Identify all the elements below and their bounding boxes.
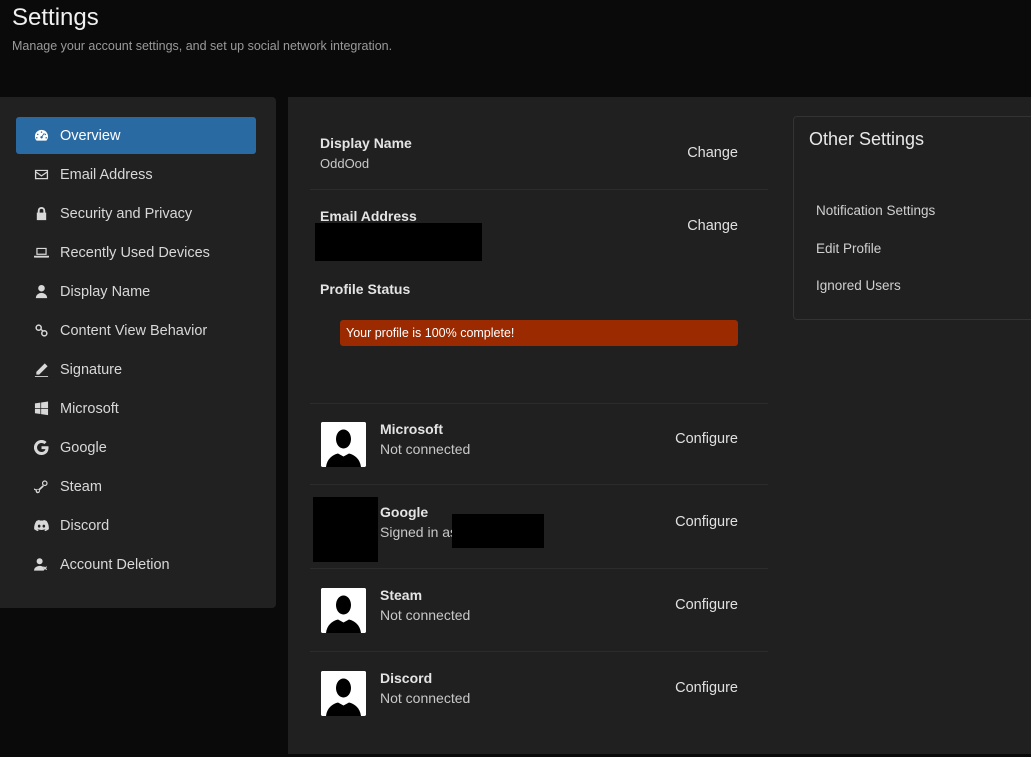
configure-google-button[interactable]: Configure — [675, 514, 738, 530]
page-title: Settings — [12, 4, 99, 31]
redacted-google-account — [452, 514, 544, 548]
windows-icon — [33, 400, 50, 417]
sidebar-item-label: Account Deletion — [60, 556, 170, 573]
profile-status-label: Profile Status — [320, 281, 411, 297]
sidebar-item-display-name[interactable]: Display Name — [16, 273, 256, 310]
row-divider — [310, 189, 768, 190]
discord-connection-status: Not connected — [380, 690, 471, 706]
default-avatar-icon — [321, 588, 366, 633]
pencil-icon — [33, 361, 50, 378]
sidebar-item-google[interactable]: Google — [16, 429, 256, 466]
default-avatar-icon — [321, 422, 366, 467]
sidebar-item-label: Overview — [60, 127, 121, 144]
sidebar-item-label: Content View Behavior — [60, 322, 208, 339]
sidebar-item-security-and-privacy[interactable]: Security and Privacy — [16, 195, 256, 232]
sidebar-item-microsoft[interactable]: Microsoft — [16, 390, 256, 427]
sidebar-item-steam[interactable]: Steam — [16, 468, 256, 505]
steam-connection-name: Steam — [380, 587, 423, 603]
sidebar-item-discord[interactable]: Discord — [16, 507, 256, 544]
profile-progress-fill: Your profile is 100% complete! — [340, 320, 738, 346]
sidebar-item-label: Discord — [60, 517, 110, 534]
sidebar-item-label: Steam — [60, 478, 102, 495]
discord-connection-name: Discord — [380, 670, 433, 686]
sidebar-item-label: Google — [60, 439, 107, 456]
page-header: Settings Manage your account settings, a… — [0, 0, 1031, 97]
configure-microsoft-button[interactable]: Configure — [675, 431, 738, 447]
steam-avatar — [321, 588, 366, 633]
row-divider — [310, 651, 768, 652]
edit-profile-link[interactable]: Edit Profile — [816, 241, 881, 256]
steam-connection-status: Not connected — [380, 607, 471, 623]
notification-settings-link[interactable]: Notification Settings — [816, 203, 935, 218]
default-avatar-icon — [321, 671, 366, 716]
redacted-email — [315, 223, 482, 261]
google-connection-name: Google — [380, 504, 429, 520]
sidebar-item-label: Signature — [60, 361, 123, 378]
sidebar-item-email-address[interactable]: Email Address — [16, 156, 256, 193]
microsoft-connection-status: Not connected — [380, 441, 471, 457]
display-name-label: Display Name — [320, 135, 412, 151]
discord-avatar — [321, 671, 366, 716]
email-address-label: Email Address — [320, 208, 417, 224]
user-icon — [33, 283, 50, 300]
sidebar-item-label: Email Address — [60, 166, 153, 183]
page-subtitle: Manage your account settings, and set up… — [12, 39, 393, 53]
sidebar-item-label: Microsoft — [60, 400, 119, 417]
change-email-button[interactable]: Change — [687, 218, 738, 234]
sidebar-item-account-deletion[interactable]: Account Deletion — [16, 546, 256, 583]
row-divider — [310, 484, 768, 485]
settings-sidebar: Overview Email Address Security and Priv… — [0, 97, 276, 608]
change-display-name-button[interactable]: Change — [687, 145, 738, 161]
link-icon — [33, 322, 50, 339]
google-connection-status: Signed in as — [380, 524, 458, 540]
redacted-google-avatar — [313, 497, 378, 562]
configure-discord-button[interactable]: Configure — [675, 680, 738, 696]
profile-progress-text: Your profile is 100% complete! — [346, 326, 515, 340]
sidebar-item-signature[interactable]: Signature — [16, 351, 256, 388]
display-name-value: OddOod — [320, 156, 370, 171]
sidebar-item-content-view-behavior[interactable]: Content View Behavior — [16, 312, 256, 349]
microsoft-avatar — [321, 422, 366, 467]
other-settings-title: Other Settings — [809, 129, 925, 149]
sidebar-item-overview[interactable]: Overview — [16, 117, 256, 154]
lock-icon — [33, 205, 50, 222]
google-icon — [33, 439, 50, 456]
microsoft-connection-name: Microsoft — [380, 421, 443, 437]
ignored-users-link[interactable]: Ignored Users — [816, 278, 901, 293]
profile-progress-bar: Your profile is 100% complete! — [340, 320, 738, 346]
configure-steam-button[interactable]: Configure — [675, 597, 738, 613]
discord-icon — [33, 517, 50, 534]
steam-icon — [33, 478, 50, 495]
other-settings-card: Other Settings Notification Settings Edi… — [793, 116, 1031, 320]
sidebar-item-recently-used-devices[interactable]: Recently Used Devices — [16, 234, 256, 271]
user-delete-icon — [33, 556, 50, 573]
sidebar-item-label: Display Name — [60, 283, 151, 300]
sidebar-item-label: Recently Used Devices — [60, 244, 210, 261]
laptop-icon — [33, 244, 50, 261]
sidebar-item-label: Security and Privacy — [60, 205, 193, 222]
row-divider — [310, 568, 768, 569]
envelope-icon — [33, 166, 50, 183]
row-divider — [310, 403, 768, 404]
dashboard-icon — [33, 127, 50, 144]
